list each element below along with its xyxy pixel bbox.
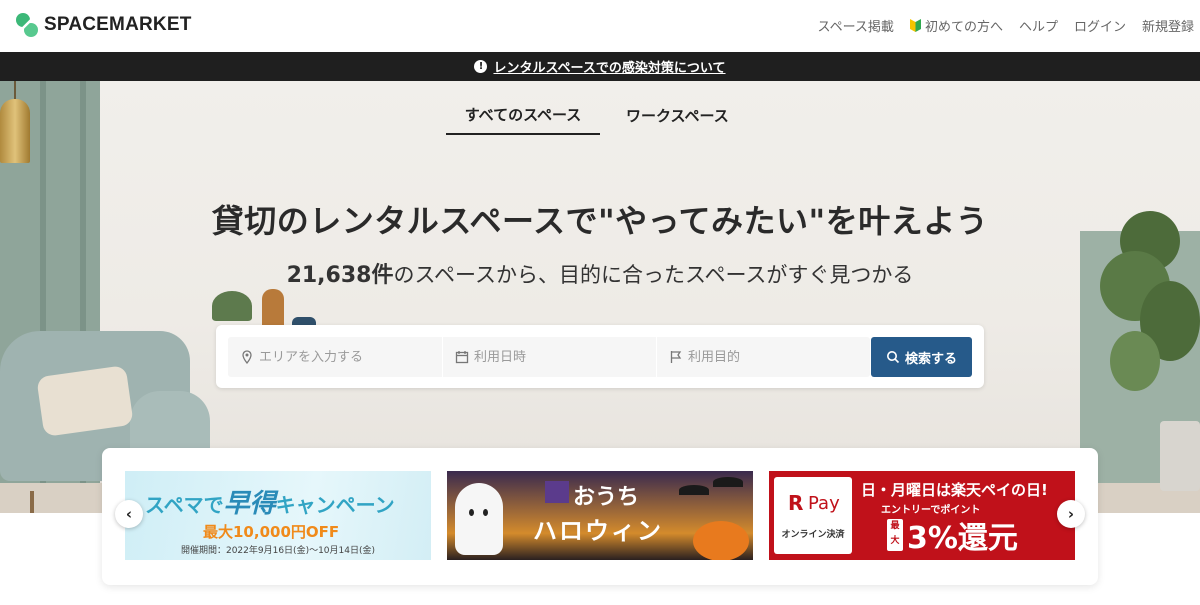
lamp-cord bbox=[14, 81, 16, 101]
area-field[interactable] bbox=[228, 337, 442, 377]
carousel-next-button[interactable]: › bbox=[1057, 500, 1085, 528]
info-icon: ! bbox=[474, 60, 488, 73]
nav-beginner-label: 初めての方へ bbox=[924, 20, 1003, 35]
date-input[interactable] bbox=[474, 349, 644, 365]
small-plant bbox=[212, 291, 252, 321]
nav-login[interactable]: ログイン bbox=[1074, 16, 1126, 35]
banner-early-discount[interactable]: スペマで早得キャンペーン 最大10,000円OFF 開催期間：2022年9月16… bbox=[125, 471, 431, 560]
max-tag: 最大 bbox=[887, 519, 903, 551]
plant-pot bbox=[1160, 421, 1200, 491]
tab-workspace[interactable]: ワークスペース bbox=[608, 95, 747, 135]
banner-rakuten-percent: 3%還元 bbox=[907, 521, 1018, 556]
date-field[interactable] bbox=[443, 337, 656, 377]
logo-icon bbox=[16, 13, 38, 37]
banner-rakuten-title: 日・月曜日は楽天ペイの日! bbox=[861, 481, 1048, 499]
carousel-prev-button[interactable]: ‹ bbox=[115, 500, 143, 528]
hero-subline: 21,638件のスペースから、目的に合ったスペースがすぐ見つかる bbox=[0, 257, 1200, 289]
rakuten-pay-logo: R Pay オンライン決済 bbox=[774, 477, 852, 554]
logo[interactable]: SPACEMARKET bbox=[14, 11, 192, 39]
logo-text: SPACEMARKET bbox=[44, 14, 192, 35]
flag-icon bbox=[670, 351, 682, 363]
nav-help[interactable]: ヘルプ bbox=[1019, 16, 1058, 35]
nav-signup[interactable]: 新規登録 bbox=[1142, 16, 1194, 35]
ghost-icon bbox=[455, 483, 503, 555]
search-button-label: 検索する bbox=[904, 351, 957, 367]
nav-beginner[interactable]: 初めての方へ bbox=[909, 16, 1003, 35]
search-box: 検索する bbox=[216, 325, 984, 388]
bat-icon bbox=[679, 485, 709, 495]
banner-title: スペマで早得キャンペーン bbox=[145, 489, 395, 519]
top-nav: スペース掲載 初めての方へ ヘルプ ログイン 新規登録 bbox=[817, 16, 1194, 35]
hero-headline: 貸切のレンタルスペースで"やってみたい"を叶えよう bbox=[211, 202, 989, 240]
banner-halloween-line2: ハロウィン bbox=[533, 517, 663, 545]
hero-subline-text: のスペースから、目的に合ったスペースがすぐ見つかる bbox=[393, 263, 914, 287]
space-count: 21,638件 bbox=[286, 263, 394, 288]
beginner-mark-icon bbox=[909, 19, 921, 32]
chevron-left-icon: ‹ bbox=[125, 505, 133, 523]
space-type-tabs: すべてのスペース ワークスペース bbox=[446, 95, 747, 135]
tab-all-spaces[interactable]: すべてのスペース bbox=[446, 95, 600, 135]
notice-bar: ! レンタルスペースでの感染対策について bbox=[0, 52, 1200, 81]
header: SPACEMARKET スペース掲載 初めての方へ ヘルプ ログイン 新規登録 bbox=[0, 0, 1200, 52]
chevron-right-icon: › bbox=[1067, 505, 1075, 523]
area-input[interactable] bbox=[259, 349, 429, 365]
calendar-icon bbox=[455, 351, 469, 364]
pumpkin-icon bbox=[693, 521, 749, 560]
location-pin-icon bbox=[242, 350, 252, 364]
house-icon bbox=[545, 481, 569, 503]
purpose-field[interactable] bbox=[657, 337, 870, 377]
banner-carousel: スペマで早得キャンペーン 最大10,000円OFF 開催期間：2022年9月16… bbox=[102, 448, 1098, 585]
banner-period: 開催期間：2022年9月16日(金)〜10月14日(金) bbox=[180, 546, 376, 556]
banner-discount: 最大10,000円OFF bbox=[203, 523, 340, 541]
nav-list-space[interactable]: スペース掲載 bbox=[817, 16, 893, 35]
purpose-input[interactable] bbox=[688, 349, 858, 365]
vase bbox=[262, 289, 284, 329]
search-icon bbox=[886, 351, 900, 364]
banner-halloween-line1: おうち bbox=[573, 485, 640, 510]
banner-rakuten-pay[interactable]: R Pay オンライン決済 日・月曜日は楽天ペイの日! エントリーでポイント 最大… bbox=[769, 471, 1075, 560]
search-button[interactable]: 検索する bbox=[871, 337, 972, 377]
notice-link[interactable]: レンタルスペースでの感染対策について bbox=[493, 57, 725, 76]
banner-halloween[interactable]: おうち ハロウィン bbox=[447, 471, 753, 560]
bat-icon bbox=[713, 477, 743, 487]
pendant-lamp bbox=[0, 99, 30, 163]
